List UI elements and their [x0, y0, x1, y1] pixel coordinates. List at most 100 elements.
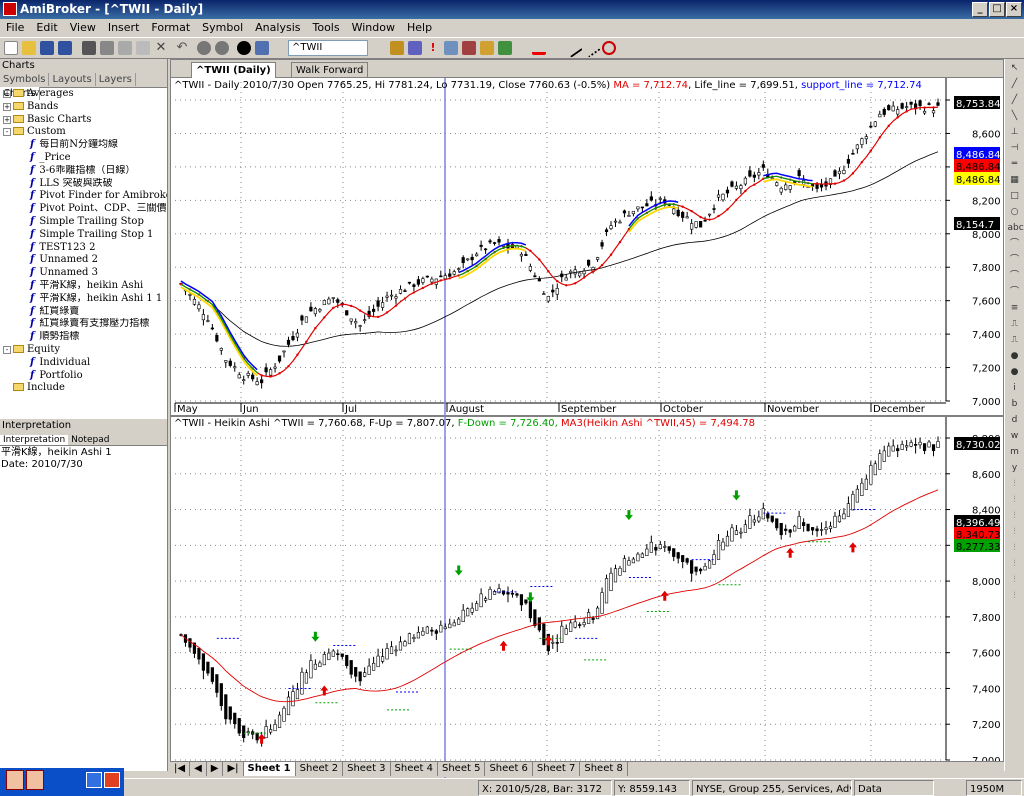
back-icon[interactable] — [197, 41, 211, 55]
tree-item[interactable]: f Pivot Point、CDP、三關價 — [0, 203, 167, 216]
menu-view[interactable]: View — [64, 19, 102, 36]
menu-file[interactable]: File — [0, 19, 30, 36]
draw-tool-icon[interactable]: ⫶ — [1008, 526, 1022, 539]
draw-tool-icon[interactable]: d — [1008, 414, 1022, 427]
tree-folder[interactable]: - Custom — [0, 126, 167, 139]
draw-icon[interactable] — [444, 41, 458, 55]
sheet-nav-button[interactable]: |◀ — [170, 762, 191, 776]
tree-item[interactable]: f TEST123 2 — [0, 242, 167, 255]
save-icon[interactable] — [40, 41, 54, 55]
sheet-tab[interactable]: Sheet 2 — [296, 762, 344, 776]
tree-item[interactable]: f 3-6乖離指標（日線） — [0, 165, 167, 178]
sheet-tab[interactable]: Sheet 7 — [533, 762, 581, 776]
tab-notepad[interactable]: Notepad — [68, 435, 112, 445]
calendar-icon[interactable] — [255, 41, 269, 55]
expander-icon[interactable]: - — [3, 128, 11, 137]
tree-folder[interactable]: + Bands — [0, 101, 167, 114]
draw-tool-icon[interactable]: b — [1008, 398, 1022, 411]
menu-format[interactable]: Format — [145, 19, 196, 36]
undo-icon[interactable]: ↶ — [175, 41, 189, 55]
tree-item[interactable]: f Unnamed 3 — [0, 267, 167, 280]
menu-analysis[interactable]: Analysis — [249, 19, 306, 36]
new-icon[interactable] — [4, 41, 18, 55]
draw-tool-icon[interactable]: ○ — [1008, 206, 1022, 219]
tree-folder[interactable]: - Equity — [0, 344, 167, 357]
settings-icon[interactable] — [390, 41, 404, 55]
draw-tool-icon[interactable]: m — [1008, 446, 1022, 459]
menu-tools[interactable]: Tools — [306, 19, 345, 36]
draw-tool-icon[interactable]: ⫶ — [1008, 494, 1022, 507]
draw-tool-icon[interactable]: ⌒ — [1008, 286, 1022, 299]
tree-item[interactable]: f Unnamed 2 — [0, 254, 167, 267]
tree-item[interactable]: f 平滑K線，heikin Ashi 1 1 — [0, 293, 167, 306]
draw-tool-icon[interactable]: ╱ — [1008, 78, 1022, 91]
draw-tool-icon[interactable]: ╱ — [1008, 94, 1022, 107]
tab-layers[interactable]: Layers — [96, 73, 136, 86]
draw-tool-icon[interactable]: ● — [1008, 366, 1022, 379]
tree-item[interactable]: f 平滑K線，heikin Ashi — [0, 280, 167, 293]
line-tool-icon[interactable] — [563, 38, 583, 58]
restore-icon[interactable] — [86, 772, 102, 788]
symbol-input[interactable]: ^TWII — [288, 40, 368, 56]
ime-half-icon[interactable] — [26, 770, 44, 790]
magnet-icon[interactable] — [602, 41, 616, 55]
ime-icon[interactable] — [6, 770, 24, 790]
tree-item[interactable]: f Simple Trailing Stop — [0, 216, 167, 229]
draw-tool-icon[interactable]: ⫶ — [1008, 510, 1022, 523]
chart-canvas[interactable]: 8,8008,6008,4008,2008,0007,8007,6007,400… — [171, 78, 1003, 778]
menu-edit[interactable]: Edit — [30, 19, 63, 36]
draw-tool-icon[interactable]: ⫶ — [1008, 558, 1022, 571]
draw-tool-icon[interactable]: ↖ — [1008, 62, 1022, 75]
draw-tool-icon[interactable]: □ — [1008, 190, 1022, 203]
tree-item[interactable]: f 紅買綠賣有支撐壓力指標 — [0, 318, 167, 331]
analysis-icon[interactable] — [462, 41, 476, 55]
sheet-tab[interactable]: Sheet 6 — [485, 762, 533, 776]
tab-symbols[interactable]: Symbols — [0, 73, 50, 86]
menu-window[interactable]: Window — [346, 19, 401, 36]
tab-twii-daily[interactable]: ^TWII (Daily) — [191, 62, 276, 78]
sheet-tab[interactable]: Sheet 8 — [580, 762, 628, 776]
draw-tool-icon[interactable]: abc — [1008, 222, 1024, 235]
draw-tool-icon[interactable]: ⎍ — [1008, 318, 1022, 331]
draw-tool-icon[interactable]: ⫶ — [1008, 590, 1022, 603]
draw-tool-icon[interactable]: ⫶ — [1008, 478, 1022, 491]
glasses-icon[interactable] — [408, 41, 422, 55]
tree-item[interactable]: f _Price — [0, 152, 167, 165]
tree-folder[interactable]: + Basic Charts — [0, 114, 167, 127]
menu-insert[interactable]: Insert — [102, 19, 146, 36]
draw-tool-icon[interactable]: i — [1008, 382, 1022, 395]
tree-item[interactable]: f 順勢指標 — [0, 331, 167, 344]
tree-item[interactable]: f 紅買綠賣 — [0, 306, 167, 319]
close-icon[interactable] — [104, 772, 120, 788]
sheet-tab[interactable]: Sheet 5 — [438, 762, 486, 776]
draw-tool-icon[interactable]: ▦ — [1008, 174, 1022, 187]
draw-tool-icon[interactable]: ⌒ — [1008, 254, 1022, 267]
draw-tool-icon[interactable]: ≡ — [1008, 302, 1022, 315]
draw-tool-icon[interactable]: ⫶ — [1008, 574, 1022, 587]
expander-icon[interactable]: + — [3, 102, 11, 111]
draw-tool-icon[interactable]: ⎍ — [1008, 334, 1022, 347]
print-preview-icon[interactable] — [100, 41, 114, 55]
sheet-nav-button[interactable]: ◀ — [190, 762, 207, 776]
close-button[interactable]: × — [1006, 2, 1022, 17]
draw-tool-icon[interactable]: ⊣ — [1008, 142, 1022, 155]
sheet-nav-button[interactable]: ▶| — [223, 762, 244, 776]
tab-walk-forward[interactable]: Walk Forward — [291, 62, 369, 78]
delete-icon[interactable]: ✕ — [154, 41, 168, 55]
hammer-icon[interactable] — [480, 41, 494, 55]
draw-tool-icon[interactable]: ⫶ — [1008, 542, 1022, 555]
expander-icon[interactable]: + — [3, 90, 11, 98]
tree-item[interactable]: f LLS 突破與跌破 — [0, 178, 167, 191]
draw-tool-icon[interactable]: ╲ — [1008, 110, 1022, 123]
draw-tool-icon[interactable]: w — [1008, 430, 1022, 443]
sheet-tab[interactable]: Sheet 1 — [243, 762, 296, 776]
open-icon[interactable] — [22, 41, 36, 55]
print-icon[interactable] — [82, 41, 96, 55]
menu-help[interactable]: Help — [401, 19, 438, 36]
tree-item[interactable]: f 每日前N分鐘均線 — [0, 139, 167, 152]
alert-icon[interactable]: ! — [426, 41, 440, 55]
draw-tool-icon[interactable]: ● — [1008, 350, 1022, 363]
tab-interpretation[interactable]: Interpretation — [0, 435, 69, 445]
export-icon[interactable] — [498, 41, 512, 55]
minimize-button[interactable]: _ — [972, 2, 988, 17]
